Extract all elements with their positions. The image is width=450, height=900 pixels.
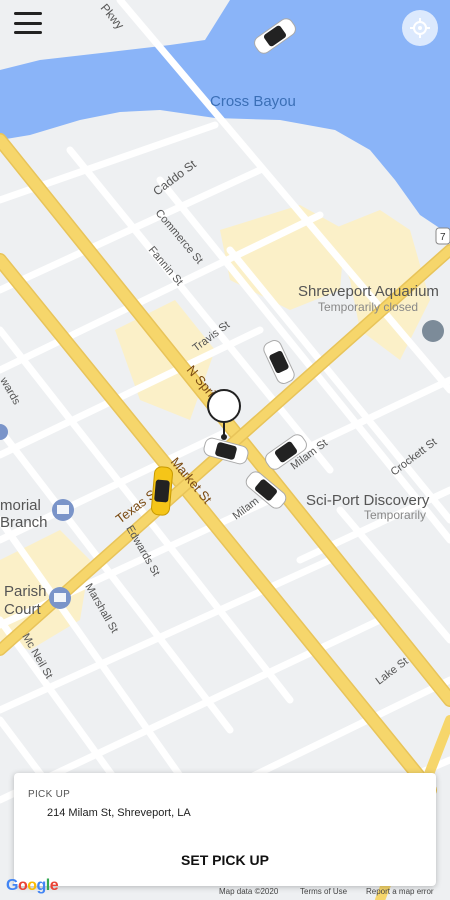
highway-shield: 7 bbox=[435, 227, 450, 245]
google-logo[interactable]: Google bbox=[6, 877, 59, 895]
pickup-card: PICK UP 214 Milam St, Shreveport, LA SET… bbox=[14, 773, 436, 886]
label-aquarium-status: Temporarily closed bbox=[318, 300, 418, 314]
my-location-icon[interactable] bbox=[402, 10, 438, 46]
pickup-pin-dot bbox=[221, 434, 227, 440]
map-canvas[interactable]: 7 Pkwy Caddo St Commerce St Fannin St Tr… bbox=[0, 0, 450, 900]
label-parish: Parish bbox=[4, 583, 47, 600]
aquarium-icon bbox=[422, 320, 444, 342]
label-aquarium: Shreveport Aquarium bbox=[298, 283, 439, 300]
pickup-heading: PICK UP bbox=[28, 789, 71, 800]
label-memorial-branch: Branch bbox=[0, 514, 48, 531]
pickup-address[interactable]: 214 Milam St, Shreveport, LA bbox=[47, 807, 191, 819]
crosshair-icon bbox=[410, 18, 430, 38]
pickup-pin-icon bbox=[207, 389, 241, 423]
set-pickup-button[interactable]: SET PICK UP bbox=[14, 843, 436, 877]
hamburger-menu-icon[interactable] bbox=[14, 12, 42, 34]
label-parish-court: Court bbox=[4, 601, 42, 618]
label-sciport: Sci-Port Discovery bbox=[306, 492, 430, 509]
label-cross-bayou: Cross Bayou bbox=[210, 93, 296, 110]
label-memorial: morial bbox=[0, 497, 41, 514]
map-data-attribution: Map data ©2020 bbox=[219, 887, 279, 896]
taxi-car-icon bbox=[151, 466, 173, 516]
svg-text:7: 7 bbox=[440, 232, 446, 243]
report-error-link[interactable]: Report a map error bbox=[366, 887, 434, 896]
label-sciport-status: Temporarily bbox=[364, 508, 426, 522]
terms-link[interactable]: Terms of Use bbox=[300, 887, 347, 896]
